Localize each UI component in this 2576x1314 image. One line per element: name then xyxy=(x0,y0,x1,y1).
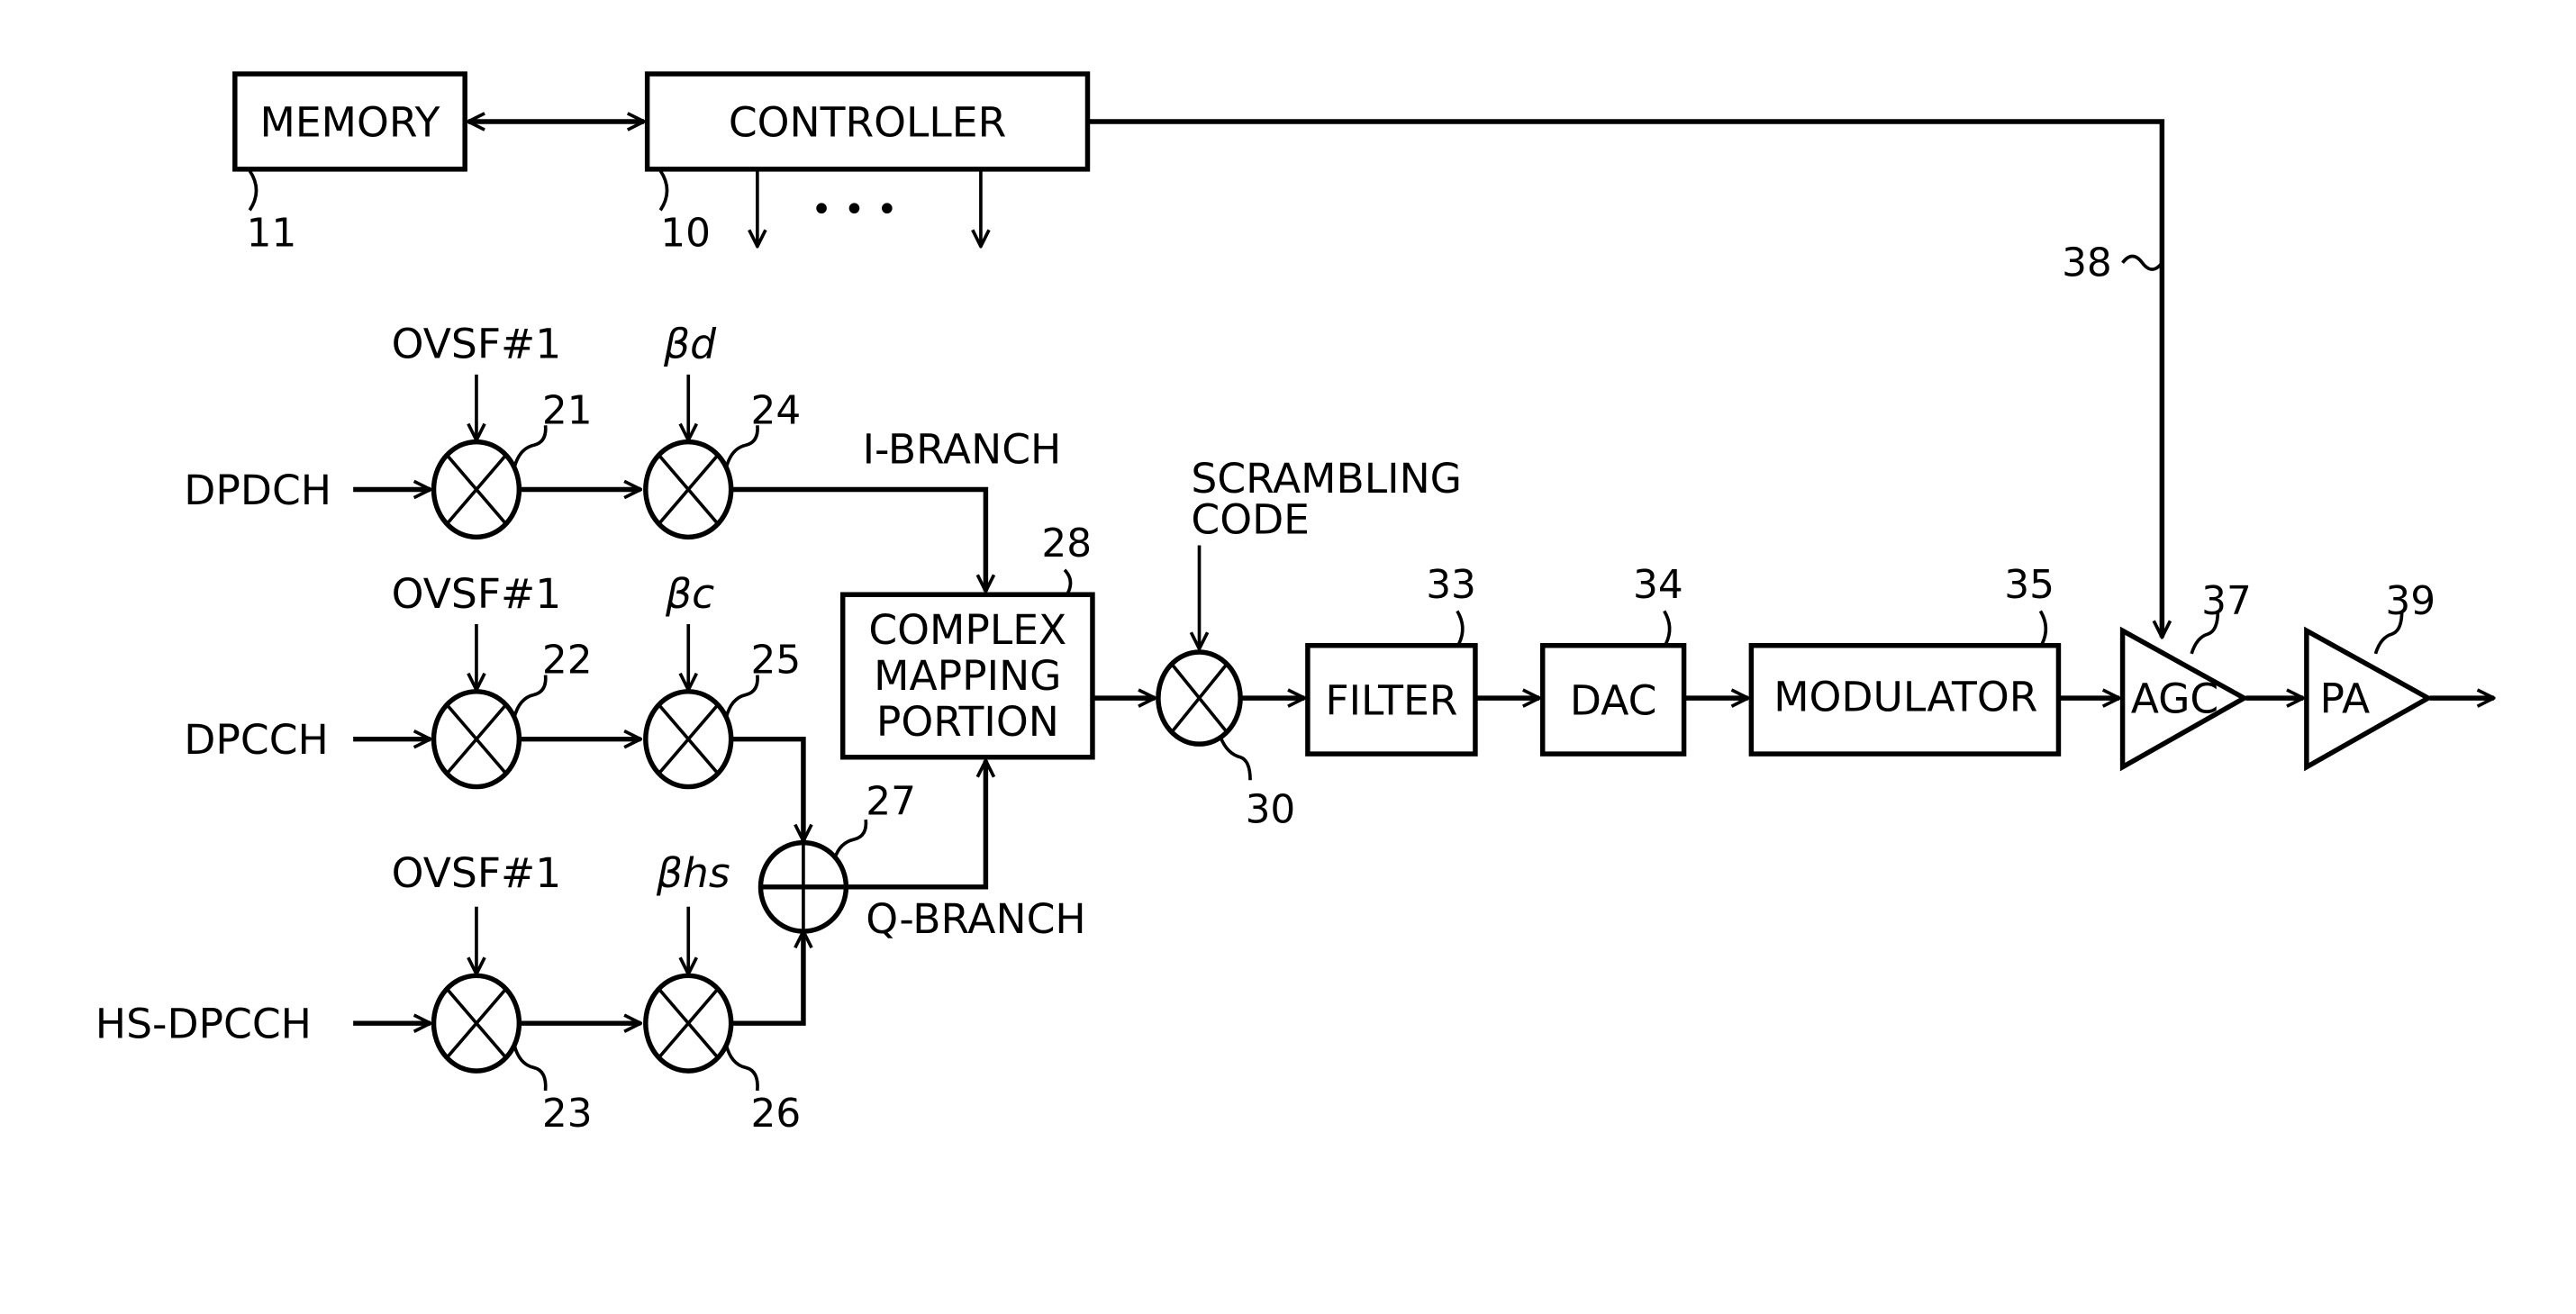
ref-leader-26 xyxy=(724,1044,759,1092)
ref-leader-27 xyxy=(832,819,868,860)
channel-dpcch-label: DPCCH xyxy=(184,716,329,764)
agc-ref: 37 xyxy=(2201,578,2252,624)
gain-ref-25: 25 xyxy=(751,638,802,684)
dac-block: DAC xyxy=(1539,642,1687,757)
controller-ref: 10 xyxy=(660,211,711,257)
adder-27 xyxy=(757,839,849,934)
complex-mapping-ref-leader xyxy=(1063,568,1073,594)
filter-block: FILTER xyxy=(1305,642,1478,757)
filter-ref-leader xyxy=(1456,610,1465,645)
dpcch-to-adder-line xyxy=(732,736,803,841)
scrambling-multiplier-30 xyxy=(1156,649,1243,747)
agc-label: AGC xyxy=(2131,675,2219,723)
control-line-ref: 38 xyxy=(2062,240,2112,285)
dac-ref-leader xyxy=(1663,610,1672,645)
ref-leader-23 xyxy=(512,1044,548,1092)
spreader-multiplier-21 xyxy=(431,439,522,540)
spreader-ref-21: 21 xyxy=(542,388,593,434)
transmitter-block-diagram: MEMORY 11 CONTROLLER 10 • • • 38 DPDCH O… xyxy=(95,71,2576,1137)
pa-ref: 39 xyxy=(2385,578,2435,624)
adder-ref: 27 xyxy=(866,779,916,825)
filter-label: FILTER xyxy=(1325,676,1457,724)
controller-ref-leader xyxy=(658,169,669,212)
ovsf-code-label-2: OVSF#1 xyxy=(392,570,562,618)
controller-outputs-ellipsis: • • • xyxy=(811,189,897,231)
controller-block: CONTROLLER xyxy=(644,71,1091,172)
spreader-ref-22: 22 xyxy=(542,638,593,684)
i-branch-label: I-BRANCH xyxy=(863,425,1062,473)
dac-ref: 34 xyxy=(1633,562,1683,608)
gain-beta-hs-label: βhs xyxy=(656,849,730,897)
memory-ref: 11 xyxy=(247,211,297,257)
memory-ref-leader xyxy=(248,169,259,212)
channel-hs-dpcch-label: HS-DPCCH xyxy=(95,1001,312,1048)
complex-mapping-ref: 28 xyxy=(1041,521,1092,566)
gain-ref-26: 26 xyxy=(751,1091,802,1137)
scrambler-ref: 30 xyxy=(1246,787,1296,833)
gain-beta-d-label: βd xyxy=(663,321,717,368)
memory-block: MEMORY xyxy=(232,71,467,172)
spreader-multiplier-23 xyxy=(431,973,522,1074)
gain-multiplier-26 xyxy=(643,973,734,1074)
complex-mapping-line-2: MAPPING xyxy=(874,652,1061,700)
i-branch-line xyxy=(732,486,985,591)
ovsf-code-label-3: OVSF#1 xyxy=(392,849,562,897)
filter-ref: 33 xyxy=(1426,562,1476,608)
ovsf-code-label-1: OVSF#1 xyxy=(392,321,562,368)
power-amplifier: PA xyxy=(2304,626,2434,772)
modulator-block: MODULATOR xyxy=(1748,642,2062,757)
control-line-ref-leader xyxy=(2121,254,2163,271)
gain-multiplier-25 xyxy=(643,689,734,790)
gain-ref-24: 24 xyxy=(751,388,802,434)
modulator-ref-leader xyxy=(2038,610,2048,645)
complex-mapping-block: COMPLEX MAPPING PORTION xyxy=(839,592,1095,760)
ref-leader-22 xyxy=(512,675,548,719)
agc-control-line xyxy=(1089,119,2162,638)
hs-dpcch-to-adder-line xyxy=(732,931,803,1026)
scrambler-ref-leader xyxy=(1219,737,1252,781)
memory-label: MEMORY xyxy=(260,98,440,146)
modulator-ref: 35 xyxy=(2004,562,2054,608)
pa-label: PA xyxy=(2319,675,2370,723)
dac-label: DAC xyxy=(1570,676,1657,724)
complex-mapping-line-3: PORTION xyxy=(876,698,1059,746)
spreader-ref-23: 23 xyxy=(542,1091,593,1137)
spreader-multiplier-22 xyxy=(431,689,522,790)
gain-beta-c-label: βc xyxy=(665,570,714,618)
modulator-label: MODULATOR xyxy=(1773,674,2037,721)
agc-amplifier: AGC xyxy=(2119,626,2250,772)
controller-label: CONTROLLER xyxy=(729,98,1006,146)
scrambling-code-line-2: CODE xyxy=(1191,496,1310,544)
q-branch-label: Q-BRANCH xyxy=(866,895,1085,943)
ref-leader-21 xyxy=(512,425,548,469)
gain-multiplier-24 xyxy=(643,439,734,540)
complex-mapping-line-1: COMPLEX xyxy=(868,606,1066,654)
channel-dpdch-label: DPDCH xyxy=(184,467,331,514)
